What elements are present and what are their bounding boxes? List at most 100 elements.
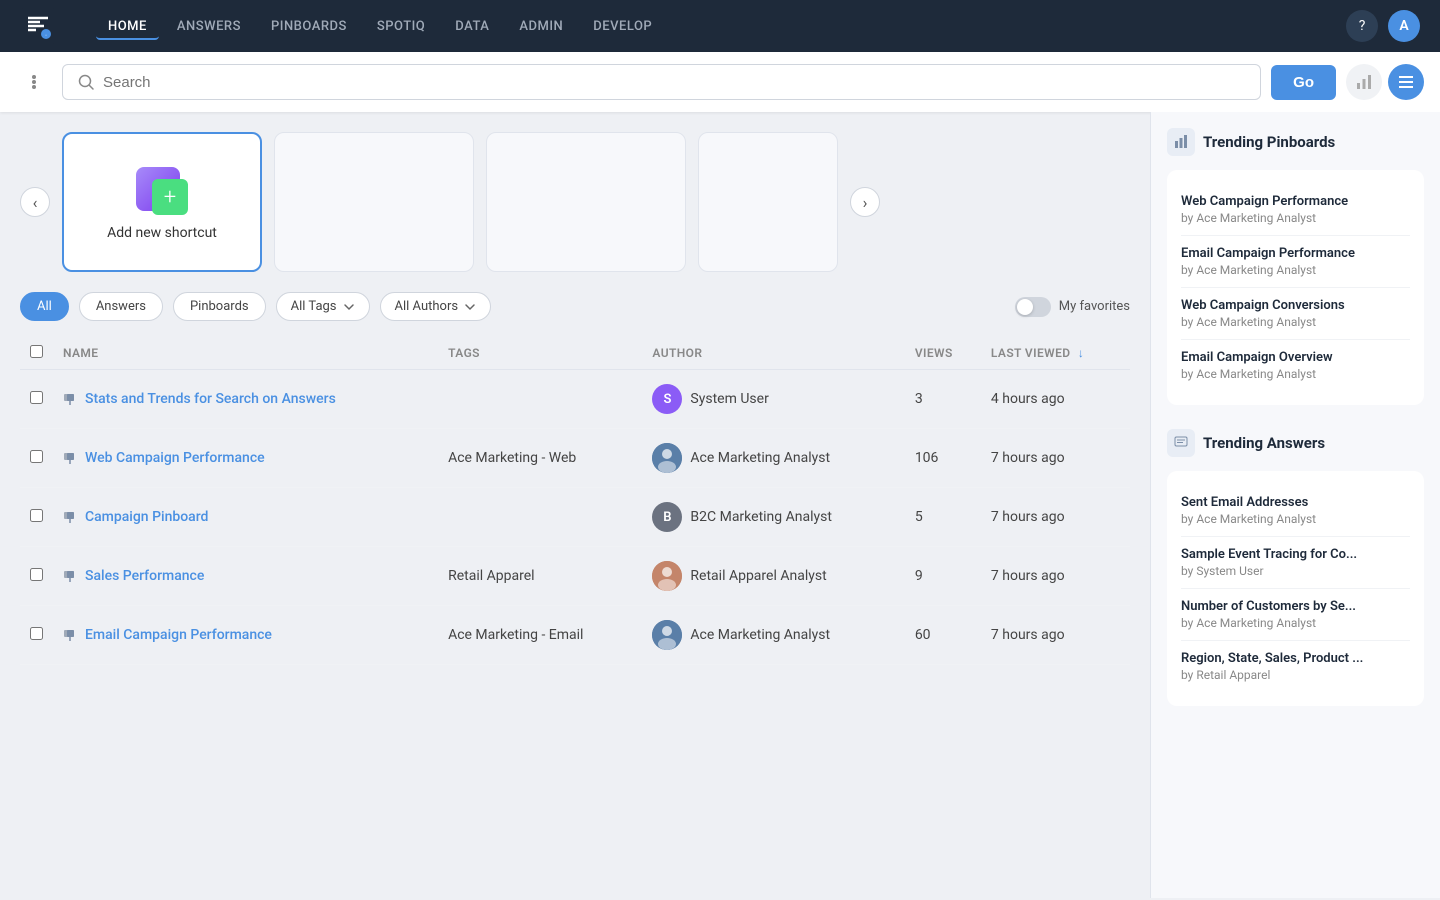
row-last-viewed: 4 hours ago xyxy=(981,370,1130,429)
content-table: Name Tags Author Views Last viewed ↓ Sta… xyxy=(20,337,1130,665)
trending-answer-2[interactable]: Sample Event Tracing for Co... by System… xyxy=(1181,537,1410,589)
search-input-container[interactable] xyxy=(62,64,1261,100)
shortcuts-row: ‹ + Add new shortcut › xyxy=(20,132,1130,272)
svg-text:·: · xyxy=(45,32,47,40)
select-all-checkbox[interactable] xyxy=(30,345,43,358)
row-author: BB2C Marketing Analyst xyxy=(642,488,904,547)
author-name-4: Ace Marketing Analyst xyxy=(690,627,830,643)
add-shortcut-label: Add new shortcut xyxy=(107,225,217,241)
trending-pinboard-3[interactable]: Web Campaign Conversions by Ace Marketin… xyxy=(1181,288,1410,340)
authors-dropdown[interactable]: All Authors xyxy=(380,292,492,321)
author-name-3: Retail Apparel Analyst xyxy=(690,568,826,584)
shortcut-placeholder-1 xyxy=(274,132,474,272)
add-shortcut-card[interactable]: + Add new shortcut xyxy=(62,132,262,272)
table-row: Web Campaign PerformanceAce Marketing - … xyxy=(20,429,1130,488)
col-name: Name xyxy=(53,337,438,370)
table-row: Sales Performance Retail Apparel Retail A… xyxy=(20,547,1130,606)
item-link-3[interactable]: Sales Performance xyxy=(85,568,204,584)
row-tags xyxy=(438,370,642,429)
trending-pinboards-section: Trending Pinboards Web Campaign Performa… xyxy=(1167,128,1424,405)
table-row: Email Campaign Performance Ace Marketing … xyxy=(20,606,1130,665)
author-avatar-0: S xyxy=(652,384,682,414)
col-tags: Tags xyxy=(438,337,642,370)
row-checkbox-3[interactable] xyxy=(30,568,43,581)
item-link-2[interactable]: Campaign Pinboard xyxy=(85,509,208,525)
row-type-icon xyxy=(63,509,79,525)
row-checkbox-1[interactable] xyxy=(30,450,43,463)
trending-answer-4[interactable]: Region, State, Sales, Product ... by Ret… xyxy=(1181,641,1410,692)
row-views: 3 xyxy=(905,370,981,429)
row-author: Retail Apparel Analyst xyxy=(642,547,904,606)
filter-all[interactable]: All xyxy=(20,292,69,321)
add-shortcut-icon: + xyxy=(136,163,188,215)
top-navigation: · HOME ANSWERS PINBOARDS SPOTIQ DATA ADM… xyxy=(0,0,1440,52)
nav-data[interactable]: DATA xyxy=(443,13,501,40)
favorites-label: My favorites xyxy=(1059,299,1130,314)
row-checkbox-4[interactable] xyxy=(30,627,43,640)
tags-dropdown[interactable]: All Tags xyxy=(276,292,370,321)
favorites-switch[interactable] xyxy=(1015,297,1051,317)
help-button[interactable]: ? xyxy=(1346,10,1378,42)
nav-home[interactable]: HOME xyxy=(96,13,159,40)
search-input[interactable] xyxy=(103,74,1246,91)
author-avatar-4 xyxy=(652,620,682,650)
trending-pinboard-2[interactable]: Email Campaign Performance by Ace Market… xyxy=(1181,236,1410,288)
table-row: Stats and Trends for Search on Answers SS… xyxy=(20,370,1130,429)
shortcuts-next-button[interactable]: › xyxy=(850,187,880,217)
nav-right: ? A xyxy=(1346,10,1420,42)
nav-admin[interactable]: ADMIN xyxy=(507,13,575,40)
col-author: Author xyxy=(642,337,904,370)
nav-spotiq[interactable]: SPOTIQ xyxy=(365,13,437,40)
row-tags xyxy=(438,488,642,547)
row-type-icon xyxy=(63,568,79,584)
go-button[interactable]: Go xyxy=(1271,65,1336,100)
trending-pinboards-title: Trending Pinboards xyxy=(1167,128,1424,156)
item-link-0[interactable]: Stats and Trends for Search on Answers xyxy=(85,391,336,407)
row-views: 9 xyxy=(905,547,981,606)
row-type-icon xyxy=(63,450,79,466)
row-type-icon xyxy=(63,627,79,643)
nav-pinboards[interactable]: PINBOARDS xyxy=(259,13,359,40)
item-link-4[interactable]: Email Campaign Performance xyxy=(85,627,272,643)
list-view-button[interactable] xyxy=(1388,64,1424,100)
col-last-viewed: Last viewed ↓ xyxy=(981,337,1130,370)
row-views: 106 xyxy=(905,429,981,488)
shortcuts-prev-button[interactable]: ‹ xyxy=(20,187,50,217)
row-last-viewed: 7 hours ago xyxy=(981,488,1130,547)
trending-answer-3[interactable]: Number of Customers by Se... by Ace Mark… xyxy=(1181,589,1410,641)
nav-answers[interactable]: ANSWERS xyxy=(165,13,253,40)
chart-view-button[interactable] xyxy=(1346,64,1382,100)
shortcut-placeholder-3 xyxy=(698,132,838,272)
trending-pinboard-4[interactable]: Email Campaign Overview by Ace Marketing… xyxy=(1181,340,1410,391)
nav-links: HOME ANSWERS PINBOARDS SPOTIQ DATA ADMIN… xyxy=(96,13,1316,40)
trending-answers-title: Trending Answers xyxy=(1167,429,1424,457)
app-logo[interactable]: · xyxy=(20,8,56,44)
search-bar-icons xyxy=(1346,64,1424,100)
nav-develop[interactable]: DEVELOP xyxy=(581,13,664,40)
row-author: Ace Marketing Analyst xyxy=(642,429,904,488)
filter-answers[interactable]: Answers xyxy=(79,292,163,321)
search-bar: Go xyxy=(0,52,1440,112)
shortcut-placeholder-2 xyxy=(486,132,686,272)
author-name-1: Ace Marketing Analyst xyxy=(690,450,830,466)
trending-pinboards-icon xyxy=(1167,128,1195,156)
row-views: 60 xyxy=(905,606,981,665)
trending-answer-1[interactable]: Sent Email Addresses by Ace Marketing An… xyxy=(1181,485,1410,537)
center-panel: ‹ + Add new shortcut › All Answers Pinbo… xyxy=(0,112,1150,898)
row-checkbox-2[interactable] xyxy=(30,509,43,522)
trending-answers-section: Trending Answers Sent Email Addresses by… xyxy=(1167,429,1424,706)
row-tags: Retail Apparel xyxy=(438,547,642,606)
menu-toggle-button[interactable] xyxy=(16,64,52,100)
favorites-toggle[interactable]: My favorites xyxy=(1015,297,1130,317)
row-author: Ace Marketing Analyst xyxy=(642,606,904,665)
row-type-icon xyxy=(63,391,79,407)
trending-answers-icon xyxy=(1167,429,1195,457)
trending-pinboard-1[interactable]: Web Campaign Performance by Ace Marketin… xyxy=(1181,184,1410,236)
row-author: S System User xyxy=(642,370,904,429)
filter-pinboards[interactable]: Pinboards xyxy=(173,292,266,321)
row-checkbox-0[interactable] xyxy=(30,391,43,404)
filter-row: All Answers Pinboards All Tags All Autho… xyxy=(20,292,1130,321)
item-link-1[interactable]: Web Campaign Performance xyxy=(85,450,265,466)
user-avatar[interactable]: A xyxy=(1388,10,1420,42)
author-name-0: System User xyxy=(690,391,768,407)
